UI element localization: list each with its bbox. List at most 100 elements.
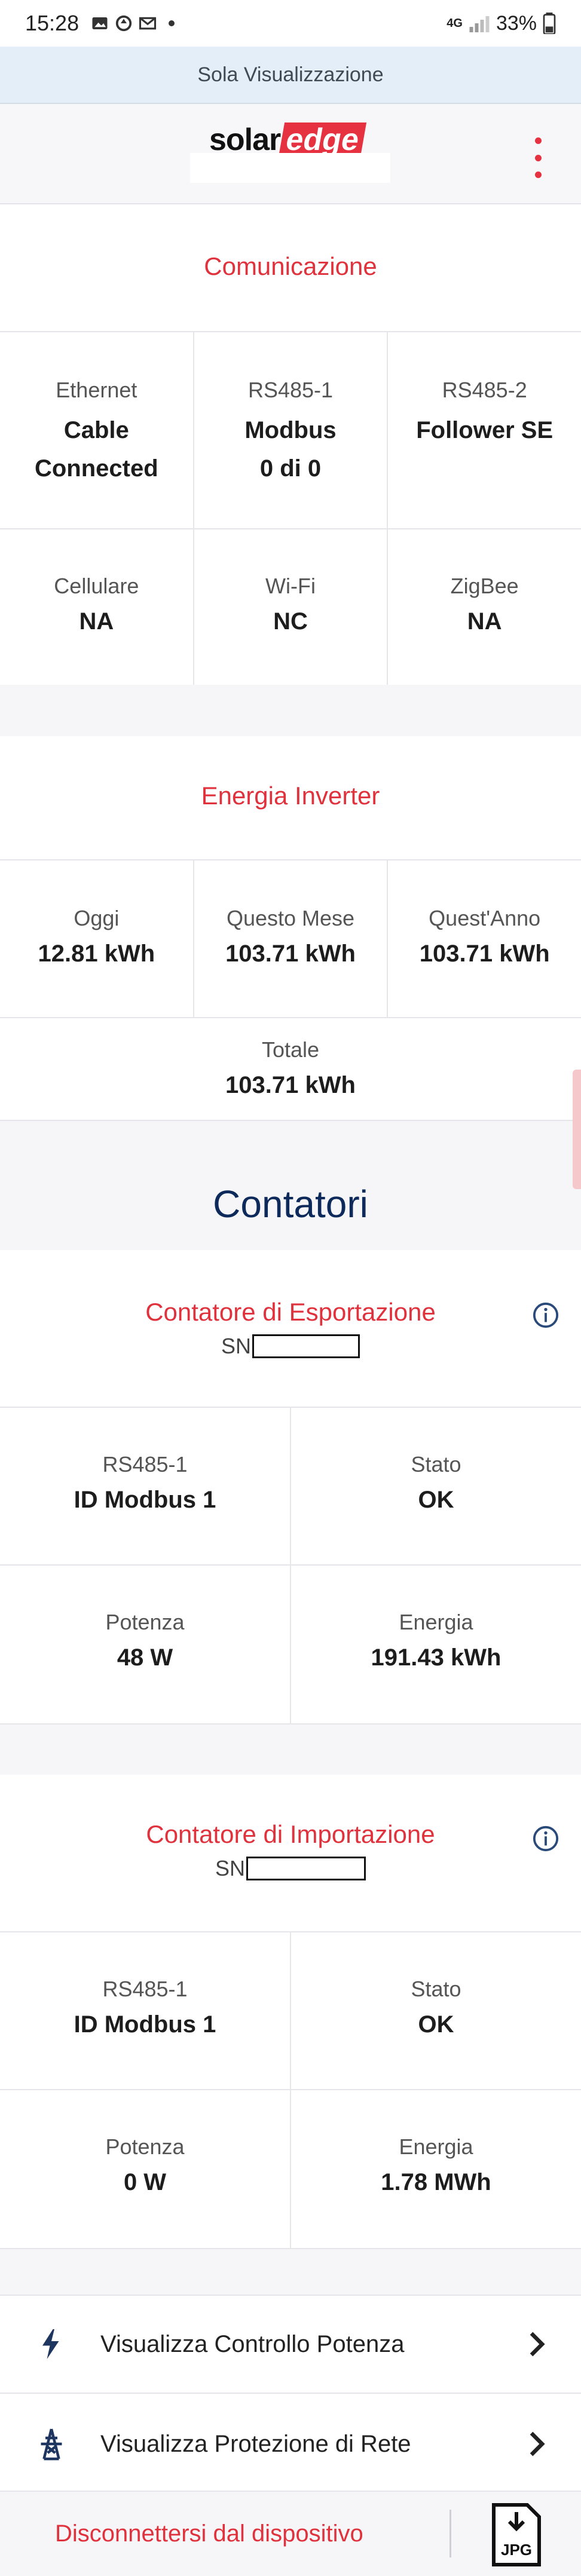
this-year-label: Quest'Anno <box>429 906 541 930</box>
export-row-2: Potenza 48 W Energia 191.43 kWh <box>0 1564 581 1725</box>
import-power-label: Potenza <box>105 2134 185 2159</box>
sync-icon <box>115 15 132 32</box>
export-energy-label: Energia <box>399 1610 473 1634</box>
import-rs485-cell: RS485-1 ID Modbus 1 <box>0 1932 291 2089</box>
wifi-cell: Wi-Fi NC <box>194 529 389 685</box>
export-rs485-cell: RS485-1 ID Modbus 1 <box>0 1408 291 1564</box>
export-power-value: 48 W <box>117 1644 173 1671</box>
rs485-2-label: RS485-2 <box>442 378 527 402</box>
grid-protection-link[interactable]: Visualizza Protezione di Rete <box>0 2395 581 2493</box>
view-only-banner: Sola Visualizzazione <box>0 47 581 104</box>
meters-title: Contatori <box>213 1183 368 1226</box>
grid-protection-label: Visualizza Protezione di Rete <box>100 2430 411 2457</box>
cellular-value: NA <box>79 608 114 635</box>
ethernet-cell: Ethernet Cable Connected <box>0 332 194 528</box>
export-status-value: OK <box>418 1487 454 1513</box>
import-status-value: OK <box>418 2011 454 2038</box>
energy-row: Oggi 12.81 kWh Questo Mese 103.71 kWh Qu… <box>0 859 581 1017</box>
this-year-value: 103.71 kWh <box>419 941 550 967</box>
battery-percent: 33% <box>496 11 537 35</box>
import-energy-value: 1.78 MWh <box>381 2169 491 2195</box>
export-energy-cell: Energia 191.43 kWh <box>291 1566 581 1723</box>
inverter-energy-title: Energia Inverter <box>201 782 380 810</box>
communication-title: Comunicazione <box>204 252 377 280</box>
import-rs485-value: ID Modbus 1 <box>74 2011 216 2038</box>
export-status-label: Stato <box>411 1452 461 1477</box>
export-meter-sn: SN <box>0 1334 581 1359</box>
total-value: 103.71 kWh <box>225 1072 356 1098</box>
info-icon[interactable] <box>532 1825 559 1852</box>
export-power-label: Potenza <box>105 1610 185 1634</box>
zigbee-value: NA <box>467 608 502 635</box>
export-rs485-label: RS485-1 <box>102 1452 188 1477</box>
import-energy-cell: Energia 1.78 MWh <box>291 2090 581 2248</box>
energy-total-row: Totale 103.71 kWh <box>0 1017 581 1121</box>
export-status-cell: Stato OK <box>291 1408 581 1564</box>
wifi-value: NC <box>273 608 308 635</box>
total-label: Totale <box>261 1037 320 1062</box>
import-meter-sn: SN <box>0 1856 581 1881</box>
zigbee-label: ZigBee <box>450 574 519 598</box>
total-cell: Totale 103.71 kWh <box>0 1018 581 1120</box>
inverter-energy-card: Energia Inverter Oggi 12.81 kWh Questo M… <box>0 736 581 1121</box>
scroll-indicator[interactable] <box>573 1070 581 1189</box>
import-row-2: Potenza 0 W Energia 1.78 MWh <box>0 2089 581 2249</box>
info-icon[interactable] <box>532 1301 559 1329</box>
lightning-icon <box>42 2329 59 2359</box>
mail-icon <box>139 17 157 30</box>
rs485-1-label: RS485-1 <box>247 378 334 402</box>
status-bar: 15:28 4G 33% <box>0 0 581 47</box>
logo-solar: solar <box>209 122 281 157</box>
import-energy-label: Energia <box>399 2134 473 2159</box>
jpg-export-icon[interactable]: JPG <box>489 2503 544 2567</box>
export-meter-card: Contatore di Esportazione SN RS485-1 ID … <box>0 1250 581 1725</box>
today-cell: Oggi 12.81 kWh <box>0 860 194 1017</box>
import-rs485-label: RS485-1 <box>102 1977 188 2001</box>
export-meter-title: Contatore di Esportazione <box>145 1298 436 1326</box>
status-time: 15:28 <box>25 11 79 35</box>
import-power-value: 0 W <box>123 2169 167 2195</box>
rs485-2-cell: RS485-2 Follower SE <box>388 332 581 528</box>
import-status-label: Stato <box>411 1977 461 2001</box>
chevron-right-icon <box>530 2431 545 2456</box>
ethernet-value: Cable Connected <box>34 417 158 482</box>
import-meter-title: Contatore di Importazione <box>146 1820 435 1848</box>
this-month-cell: Questo Mese 103.71 kWh <box>194 860 389 1017</box>
notification-icons <box>91 14 181 32</box>
battery-icon <box>543 13 556 34</box>
more-menu-icon[interactable] <box>526 134 550 182</box>
gallery-icon <box>92 17 108 29</box>
rs485-1-value: Modbus 0 di 0 <box>244 417 337 482</box>
signal-icon <box>469 16 490 32</box>
ethernet-label: Ethernet <box>56 378 137 402</box>
dot-icon <box>169 20 175 26</box>
import-row-1: RS485-1 ID Modbus 1 Stato OK <box>0 1931 581 2089</box>
wifi-label: Wi-Fi <box>265 574 316 598</box>
export-sn-label: SN <box>221 1334 251 1358</box>
rs485-1-cell: RS485-1 Modbus 0 di 0 <box>194 332 389 528</box>
redacted-site-name <box>190 153 390 183</box>
export-meter-header: Contatore di Esportazione SN <box>0 1298 581 1359</box>
rs485-2-value: Follower SE <box>416 417 554 443</box>
today-label: Oggi <box>74 906 120 930</box>
power-tower-icon <box>41 2428 62 2461</box>
power-control-label: Visualizza Controllo Potenza <box>100 2330 405 2357</box>
import-sn-redacted <box>246 1857 366 1880</box>
import-power-cell: Potenza 0 W <box>0 2090 291 2248</box>
jpg-label: JPG <box>501 2541 532 2559</box>
footer-bar: Disconnettersi dal dispositivo JPG <box>0 2492 581 2576</box>
today-value: 12.81 kWh <box>38 941 155 967</box>
disconnect-button[interactable]: Disconnettersi dal dispositivo <box>55 2520 363 2547</box>
import-meter-header: Contatore di Importazione SN <box>0 1820 581 1881</box>
power-control-link[interactable]: Visualizza Controllo Potenza <box>0 2296 581 2394</box>
export-sn-redacted <box>252 1334 360 1358</box>
import-status-cell: Stato OK <box>291 1932 581 2089</box>
network-type: 4G <box>447 17 463 30</box>
app-header: solar edge <box>0 105 581 204</box>
import-meter-card: Contatore di Importazione SN RS485-1 ID … <box>0 1775 581 2249</box>
export-energy-value: 191.43 kWh <box>371 1644 502 1671</box>
zigbee-cell: ZigBee NA <box>388 529 581 685</box>
action-links: Visualizza Controllo Potenza Visualizza … <box>0 2295 581 2492</box>
export-row-1: RS485-1 ID Modbus 1 Stato OK <box>0 1407 581 1564</box>
export-power-cell: Potenza 48 W <box>0 1566 291 1723</box>
